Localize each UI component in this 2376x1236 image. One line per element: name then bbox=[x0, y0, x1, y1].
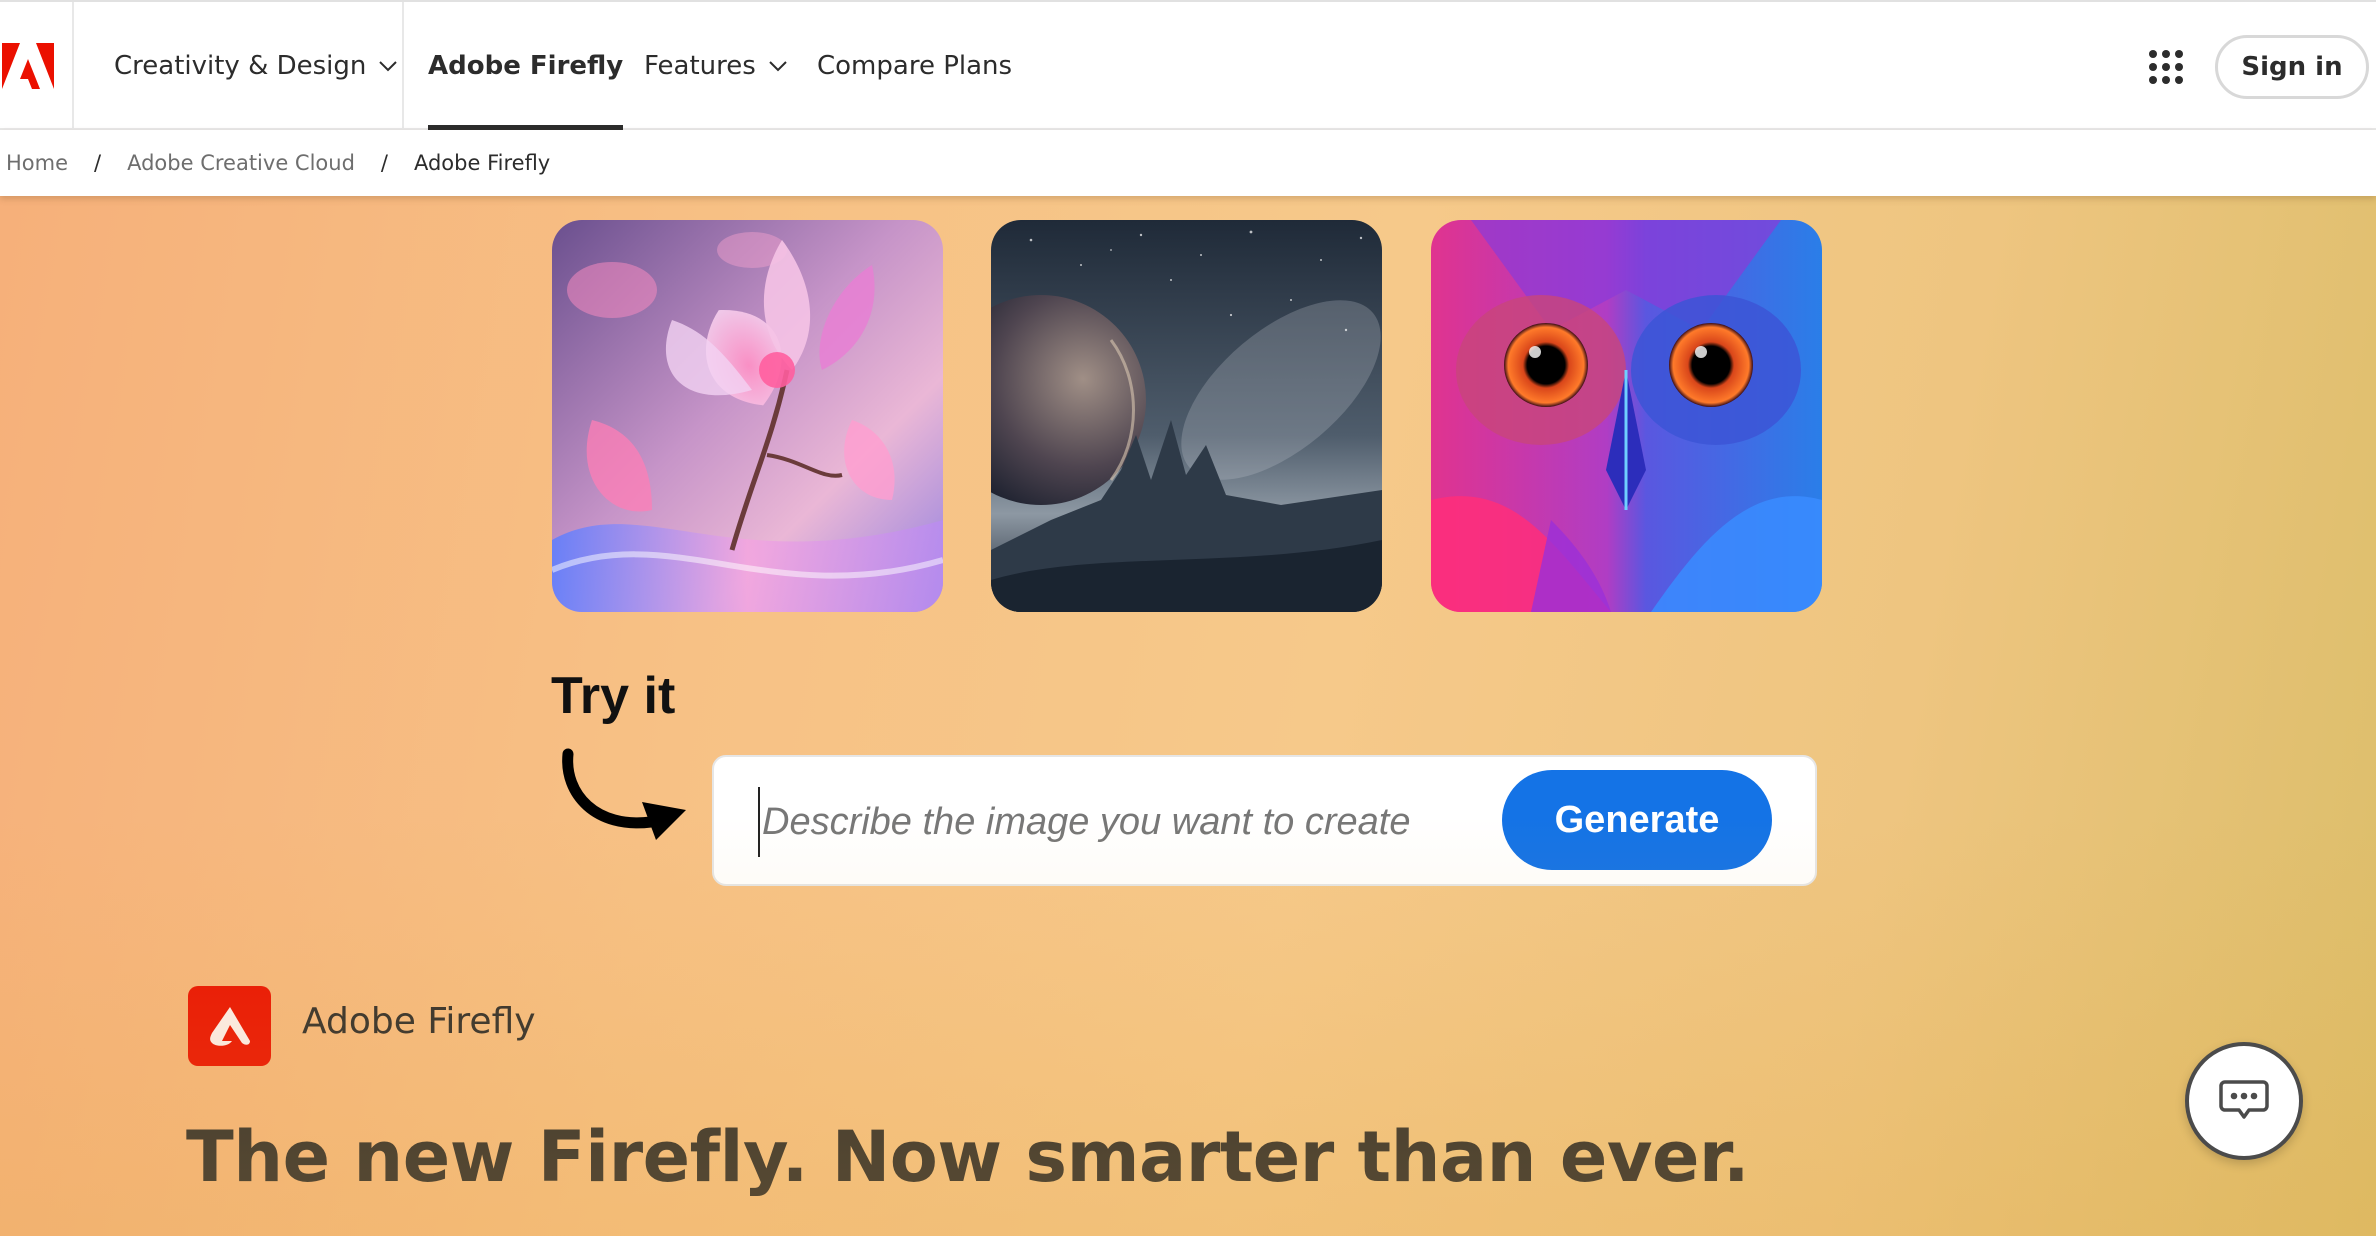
nav-features[interactable]: Features bbox=[644, 2, 788, 130]
gallery-image-flower[interactable] bbox=[552, 220, 943, 612]
firefly-app-icon bbox=[188, 986, 271, 1066]
gallery-image-owl[interactable] bbox=[1431, 220, 1822, 612]
moon-image bbox=[991, 220, 1382, 612]
chat-button[interactable] bbox=[2185, 1042, 2303, 1160]
try-it-heading: Try it bbox=[551, 667, 676, 725]
adobe-logo-icon bbox=[2, 43, 54, 89]
firefly-logo-icon bbox=[209, 1007, 250, 1046]
nav-compare-plans[interactable]: Compare Plans bbox=[817, 2, 1012, 130]
nav-adobe-firefly-label: Adobe Firefly bbox=[428, 51, 624, 81]
prompt-box: Generate bbox=[712, 755, 1817, 886]
breadcrumb-creative-cloud[interactable]: Adobe Creative Cloud bbox=[127, 151, 355, 175]
gallery-image-moon[interactable] bbox=[991, 220, 1382, 612]
app-name: Adobe Firefly bbox=[302, 1001, 536, 1042]
flower-image bbox=[552, 220, 943, 612]
hero-section: Try it Generate Adobe Firefly The new Fi… bbox=[0, 196, 2376, 1236]
breadcrumb-home[interactable]: Home bbox=[6, 151, 68, 175]
breadcrumb: Home / Adobe Creative Cloud / Adobe Fire… bbox=[0, 130, 2376, 196]
owl-image bbox=[1431, 220, 1822, 612]
nav-creativity-design[interactable]: Creativity & Design bbox=[114, 2, 398, 130]
chevron-down-icon bbox=[379, 61, 398, 72]
chat-bubble-icon bbox=[2219, 1080, 2269, 1119]
breadcrumb-separator: / bbox=[380, 151, 388, 175]
nav-features-label: Features bbox=[644, 51, 756, 81]
generate-button[interactable]: Generate bbox=[1502, 770, 1772, 870]
sign-in-button[interactable]: Sign in bbox=[2215, 35, 2369, 99]
global-nav: Creativity & Design Adobe Firefly Featur… bbox=[0, 0, 2376, 130]
adobe-logo-link[interactable] bbox=[0, 2, 74, 130]
prompt-input[interactable] bbox=[758, 787, 1468, 857]
hero-headline: The new Firefly. Now smarter than ever. bbox=[186, 1116, 1750, 1198]
nav-divider bbox=[402, 2, 404, 130]
nav-compare-plans-label: Compare Plans bbox=[817, 51, 1013, 81]
nav-adobe-firefly[interactable]: Adobe Firefly bbox=[428, 2, 624, 130]
breadcrumb-separator: / bbox=[94, 151, 102, 175]
breadcrumb-current: Adobe Firefly bbox=[413, 151, 551, 175]
app-grid-icon[interactable] bbox=[2149, 50, 2183, 84]
curved-arrow-icon bbox=[562, 748, 686, 840]
chevron-down-icon bbox=[769, 61, 787, 72]
nav-creativity-design-label: Creativity & Design bbox=[114, 51, 367, 81]
